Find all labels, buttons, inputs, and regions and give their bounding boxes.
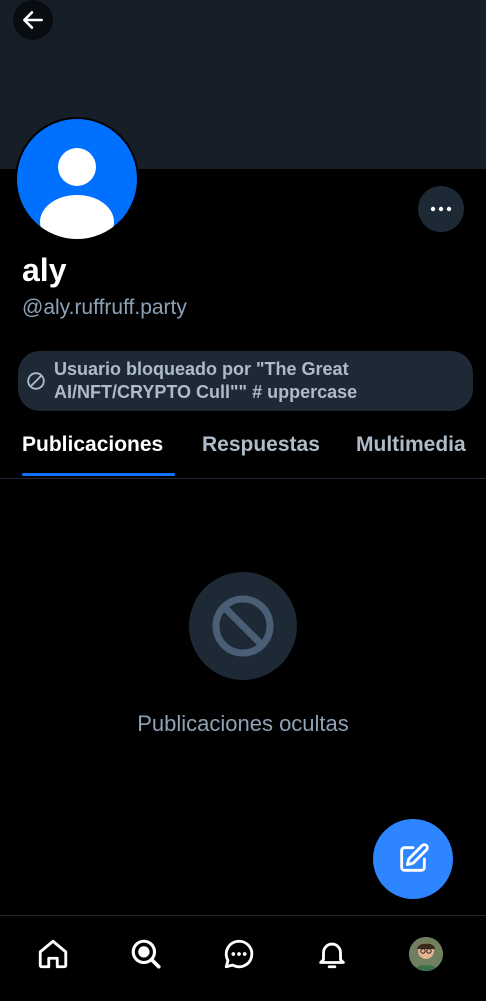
display-name: aly [22, 252, 67, 288]
profile-tabs: Publicaciones Respuestas Multimedia [0, 424, 486, 479]
blocked-notice[interactable]: Usuario bloqueado por "The Great AI/NFT/… [18, 351, 473, 411]
compose-post-button[interactable] [373, 819, 453, 899]
nav-chat[interactable] [219, 934, 259, 974]
avatar [409, 937, 443, 971]
profile-avatar[interactable] [15, 117, 139, 241]
empty-state-badge [189, 572, 297, 680]
arrow-left-icon [23, 11, 43, 29]
chat-icon [224, 939, 254, 969]
more-options-button[interactable] [418, 186, 464, 232]
empty-state-text: Publicaciones ocultas [137, 711, 349, 736]
back-button[interactable] [13, 0, 53, 40]
blocked-notice-text: Usuario bloqueado por "The Great AI/NFT/… [54, 359, 358, 402]
nav-my-profile[interactable] [406, 934, 446, 974]
bell-icon [319, 942, 345, 969]
active-tab-indicator [22, 473, 175, 476]
tab-respuestas[interactable]: Respuestas [202, 432, 320, 458]
ban-icon [212, 595, 274, 657]
nav-home[interactable] [33, 934, 73, 974]
nav-search[interactable] [126, 934, 166, 974]
bottom-navigation [0, 915, 486, 1001]
profile-handle: @aly.ruffruff.party [22, 296, 187, 319]
ban-icon [27, 372, 45, 390]
tab-publicaciones[interactable]: Publicaciones [22, 432, 163, 458]
edit-icon [400, 843, 429, 872]
search-icon [131, 939, 161, 969]
nav-notifications[interactable] [312, 934, 352, 974]
ellipsis-icon [430, 206, 452, 212]
default-avatar-icon [17, 119, 137, 239]
tab-multimedia[interactable]: Multimedia [356, 432, 466, 458]
home-icon [38, 939, 68, 969]
